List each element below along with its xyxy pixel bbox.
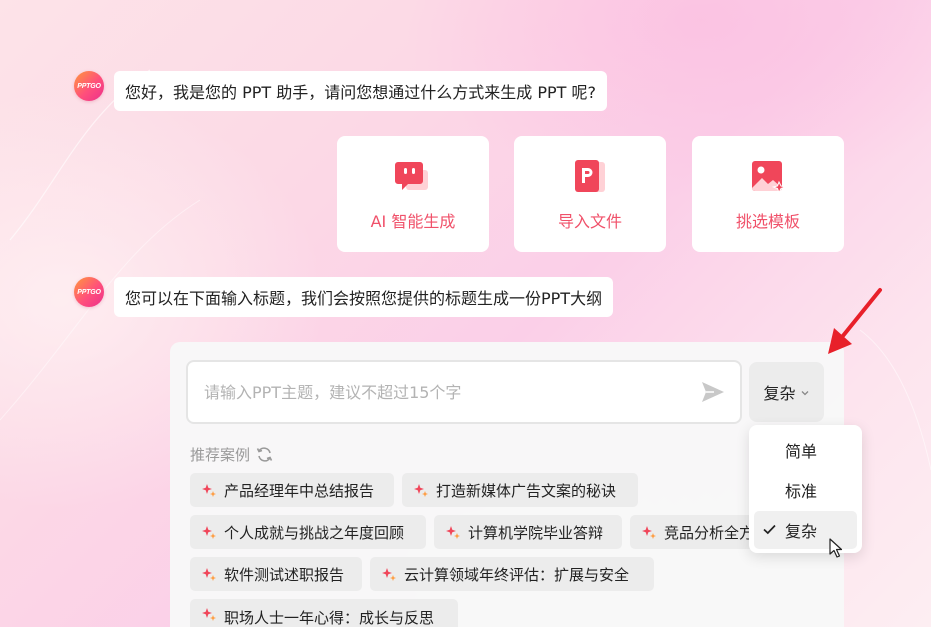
avatar-logo-text: PPTGO	[77, 288, 101, 296]
option-pick-template[interactable]: 挑选模板	[692, 136, 844, 252]
check-icon	[763, 524, 776, 535]
chip-label: 云计算领域年终评估：扩展与安全	[404, 565, 630, 584]
sparkle-icon	[202, 484, 216, 497]
template-image-icon	[752, 161, 787, 194]
chip-label: 软件测试述职报告	[224, 565, 345, 584]
assistant-avatar: PPTGO	[74, 71, 104, 101]
sparkle-icon	[414, 484, 428, 497]
assistant-message-instruction: 您可以在下面输入标题，我们会按照您提供的标题生成一份PPT大纲	[114, 277, 614, 317]
option-label: 简单	[785, 442, 818, 461]
option-label: 复杂	[785, 522, 818, 541]
complexity-dropdown: 简单 标准 复杂	[749, 425, 862, 553]
recommend-chip[interactable]: 产品经理年中总结报告	[190, 473, 394, 507]
chat-bubble-icon	[395, 162, 428, 190]
recommend-chip[interactable]: 竞品分析全方位	[630, 515, 754, 549]
complexity-option-simple[interactable]: 简单	[754, 431, 857, 469]
chip-label: 职场人士一年心得：成长与反思	[224, 609, 435, 627]
topic-input-box	[186, 360, 742, 424]
assistant-avatar: PPTGO	[74, 277, 104, 307]
mouse-cursor-icon	[829, 538, 843, 558]
recommend-chip[interactable]: 个人成就与挑战之年度回顾	[190, 515, 426, 549]
chevron-down-icon	[801, 391, 808, 396]
greeting-text: 您好，我是您的 PPT 助手，请问您想通过什么方式来生成 PPT 呢?	[125, 83, 596, 102]
recommend-title: 推荐案例	[190, 446, 251, 464]
chip-label: 打造新媒体广告文案的秘诀	[436, 481, 617, 500]
refresh-icon[interactable]	[256, 446, 273, 463]
sparkle-icon	[446, 526, 460, 539]
send-icon[interactable]	[700, 380, 726, 404]
option-ai-generate-label: AI 智能生成	[370, 212, 456, 231]
sparkle-icon	[202, 568, 216, 581]
option-label: 标准	[785, 482, 818, 501]
ppt-file-icon	[575, 160, 605, 192]
annotation-arrow-icon	[828, 288, 882, 354]
recommend-chip[interactable]: 打造新媒体广告文案的秘诀	[402, 473, 638, 507]
chip-label: 产品经理年中总结报告	[224, 481, 375, 500]
option-import-file[interactable]: 导入文件	[514, 136, 666, 252]
option-pick-template-label: 挑选模板	[735, 212, 800, 231]
sparkle-icon	[382, 568, 396, 581]
recommend-chip[interactable]: 软件测试述职报告	[190, 557, 362, 591]
instruction-text: 您可以在下面输入标题，我们会按照您提供的标题生成一份PPT大纲	[125, 289, 603, 308]
topic-input[interactable]	[204, 362, 684, 422]
chip-label: 计算机学院毕业答辩	[468, 523, 604, 542]
option-ai-generate[interactable]: AI 智能生成	[337, 136, 489, 252]
recommend-chip[interactable]: 计算机学院毕业答辩	[434, 515, 622, 549]
complexity-option-standard[interactable]: 标准	[754, 471, 857, 509]
assistant-message-greeting: 您好，我是您的 PPT 助手，请问您想通过什么方式来生成 PPT 呢?	[114, 71, 607, 111]
chip-label: 竞品分析全方位	[664, 523, 754, 542]
sparkle-icon	[202, 526, 216, 539]
avatar-logo-text: PPTGO	[77, 82, 101, 90]
complexity-select[interactable]: 复杂	[749, 362, 824, 422]
sparkle-icon	[202, 608, 216, 621]
complexity-select-value: 复杂	[763, 384, 796, 403]
option-import-file-label: 导入文件	[557, 212, 622, 231]
recommend-chip[interactable]: 职场人士一年心得：成长与反思	[190, 599, 458, 627]
recommend-chip[interactable]: 云计算领域年终评估：扩展与安全	[370, 557, 654, 591]
recommend-header: 推荐案例	[190, 444, 273, 465]
chip-label: 个人成就与挑战之年度回顾	[224, 523, 405, 542]
sparkle-icon	[642, 526, 656, 539]
